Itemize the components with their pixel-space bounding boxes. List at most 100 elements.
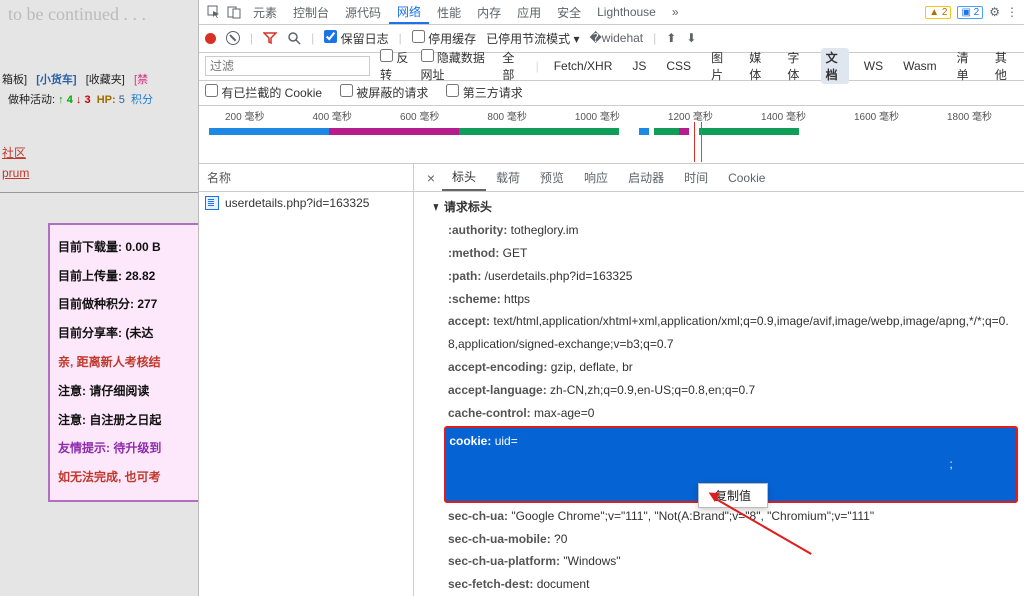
filter-input[interactable]: [205, 56, 370, 76]
link-forum[interactable]: prum: [2, 166, 29, 180]
type-wasm[interactable]: Wasm: [898, 58, 942, 74]
dtab-preview[interactable]: 预览: [530, 164, 574, 191]
hp-value: 5: [119, 94, 125, 106]
tab-security[interactable]: 安全: [549, 0, 589, 24]
nav-forbid[interactable]: [禁: [134, 74, 148, 86]
devtools-panel: 元素 控制台 源代码 网络 性能 内存 应用 安全 Lighthouse » ▲…: [198, 0, 1024, 596]
type-fetch[interactable]: Fetch/XHR: [549, 58, 618, 74]
hdr-sec-ch-ua[interactable]: sec-ch-ua: "Google Chrome";v="111", "Not…: [426, 505, 1024, 528]
tab-performance[interactable]: 性能: [429, 0, 469, 24]
tab-network[interactable]: 网络: [389, 0, 429, 24]
website-pane: to be continued . . . 箱板] [小货车] [收藏夹] [禁…: [0, 0, 198, 596]
hdr-authority[interactable]: :authority: totheglory.im: [426, 219, 1024, 242]
blocked-requests-checkbox[interactable]: 被屏蔽的请求: [340, 84, 428, 101]
type-ws[interactable]: WS: [859, 58, 888, 74]
forum-links: 社区 prum: [0, 143, 198, 184]
hdr-accept[interactable]: accept: text/html,application/xhtml+xml,…: [426, 310, 1024, 356]
site-status-row: 做种活动: ↑ 4 ↓ 3 HP: 5 积分: [0, 91, 198, 107]
tick: 400 毫秒: [312, 108, 351, 123]
tab-elements[interactable]: 元素: [245, 0, 285, 24]
dtab-headers[interactable]: 标头: [442, 164, 486, 191]
hdr-method[interactable]: :method: GET: [426, 242, 1024, 265]
hdr-sec-ch-ua-platform[interactable]: sec-ch-ua-platform: "Windows": [426, 550, 1024, 573]
record-button[interactable]: [205, 33, 216, 44]
nav-fav[interactable]: [收藏夹]: [86, 74, 125, 86]
devtools-tabs: 元素 控制台 源代码 网络 性能 内存 应用 安全 Lighthouse » ▲…: [199, 0, 1024, 25]
upload-icon[interactable]: ⬆: [666, 31, 676, 45]
inspect-icon[interactable]: [205, 3, 223, 21]
info-notice1: 注意: 请仔细阅读: [58, 377, 198, 406]
type-css[interactable]: CSS: [661, 58, 696, 74]
device-icon[interactable]: [225, 3, 243, 21]
nav-board[interactable]: 箱板]: [2, 74, 27, 86]
tab-memory[interactable]: 内存: [469, 0, 509, 24]
hdr-accept-encoding[interactable]: accept-encoding: gzip, deflate, br: [426, 356, 1024, 379]
request-headers-section[interactable]: ▼请求标头: [426, 196, 1024, 219]
filter-icon[interactable]: [263, 32, 277, 44]
disable-cache-checkbox[interactable]: 停用缓存: [412, 30, 476, 47]
gear-icon[interactable]: ⚙: [989, 5, 1000, 19]
warnings-badge[interactable]: ▲ 2: [925, 6, 951, 19]
type-font[interactable]: 字体: [782, 48, 810, 84]
tab-application[interactable]: 应用: [509, 0, 549, 24]
type-doc[interactable]: 文档: [821, 48, 849, 84]
document-icon: [205, 196, 219, 210]
timeline-overview[interactable]: 200 毫秒 400 毫秒 600 毫秒 800 毫秒 1000 毫秒 1200…: [199, 106, 1024, 164]
preserve-log-checkbox[interactable]: 保留日志: [324, 30, 388, 47]
up-count: 4: [67, 94, 73, 106]
tab-sources[interactable]: 源代码: [337, 0, 389, 24]
tab-lighthouse[interactable]: Lighthouse: [589, 0, 664, 24]
tick: 1800 毫秒: [947, 108, 992, 123]
issues-badge[interactable]: ▣ 2: [957, 6, 983, 19]
tab-console[interactable]: 控制台: [285, 0, 337, 24]
info-seed-score: 目前做种积分: 277: [58, 290, 198, 319]
cookie-filter-bar: 有已拦截的 Cookie 被屏蔽的请求 第三方请求: [199, 81, 1024, 106]
type-js[interactable]: JS: [627, 58, 651, 74]
info-download: 目前下载量: 0.00 B: [58, 233, 198, 262]
hdr-cache-control[interactable]: cache-control: max-age=0: [426, 402, 1024, 425]
dtab-response[interactable]: 响应: [574, 164, 618, 191]
hide-data-urls-checkbox[interactable]: 隐藏数据网址: [421, 49, 488, 83]
hdr-path[interactable]: :path: /userdetails.php?id=163325: [426, 265, 1024, 288]
info-ratio: 目前分享率: (未达: [58, 319, 198, 348]
search-icon[interactable]: [287, 31, 301, 45]
hdr-sec-ch-ua-mobile[interactable]: sec-ch-ua-mobile: ?0: [426, 528, 1024, 551]
info-hint: 友情提示: 待升级到: [58, 434, 198, 463]
dtab-initiator[interactable]: 启动器: [618, 164, 674, 191]
wifi-icon[interactable]: �widehat: [589, 31, 643, 45]
hdr-accept-language[interactable]: accept-language: zh-CN,zh;q=0.9,en-US;q=…: [426, 379, 1024, 402]
clear-button[interactable]: [226, 31, 240, 45]
tick: 200 毫秒: [225, 108, 264, 123]
nav-cart[interactable]: [小货车]: [36, 74, 76, 86]
hdr-sec-fetch-dest[interactable]: sec-fetch-dest: document: [426, 573, 1024, 596]
request-name: userdetails.php?id=163325: [225, 196, 369, 210]
close-details-button[interactable]: ×: [420, 170, 442, 186]
type-other[interactable]: 其他: [990, 48, 1018, 84]
invert-checkbox[interactable]: 反转: [380, 49, 411, 83]
download-icon[interactable]: ⬇: [686, 31, 696, 45]
timeline-bars: [209, 128, 1014, 146]
dtab-timing[interactable]: 时间: [674, 164, 718, 191]
tick: 600 毫秒: [400, 108, 439, 123]
tick: 1600 毫秒: [854, 108, 899, 123]
filter-bar: 反转 隐藏数据网址 全部 | Fetch/XHR JS CSS 图片 媒体 字体…: [199, 53, 1024, 81]
kebab-icon[interactable]: ⋮: [1006, 5, 1018, 19]
score-label: 积分: [131, 94, 153, 106]
up-icon: ↑: [58, 94, 64, 106]
blocked-cookies-checkbox[interactable]: 有已拦截的 Cookie: [205, 84, 322, 101]
name-column-header[interactable]: 名称: [199, 164, 413, 192]
type-media[interactable]: 媒体: [744, 48, 772, 84]
headers-panel: ▼请求标头 :authority: totheglory.im :method:…: [414, 192, 1024, 596]
dtab-cookies[interactable]: Cookie: [718, 164, 775, 191]
hdr-scheme[interactable]: :scheme: https: [426, 288, 1024, 311]
request-row[interactable]: userdetails.php?id=163325: [199, 192, 413, 214]
throttle-dropdown[interactable]: 已停用节流模式 ▾: [486, 30, 579, 47]
third-party-checkbox[interactable]: 第三方请求: [446, 84, 522, 101]
type-all[interactable]: 全部: [497, 48, 525, 84]
type-manifest[interactable]: 清单: [952, 48, 980, 84]
type-img[interactable]: 图片: [706, 48, 734, 84]
request-details: × 标头 载荷 预览 响应 启动器 时间 Cookie ▼请求标头 :autho…: [414, 164, 1024, 596]
link-community[interactable]: 社区: [2, 146, 26, 160]
tab-more[interactable]: »: [664, 0, 687, 24]
down-count: 3: [84, 94, 90, 106]
